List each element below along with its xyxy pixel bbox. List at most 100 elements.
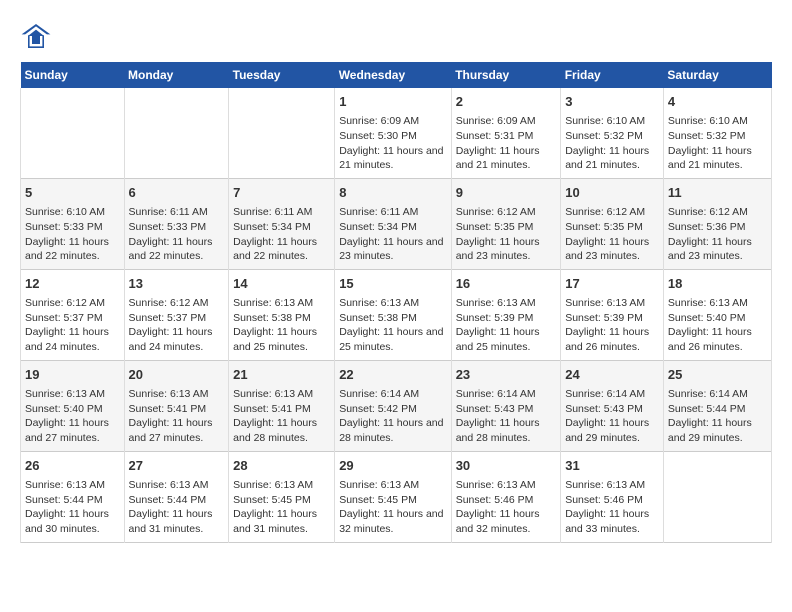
- cell-text: Sunrise: 6:13 AM Sunset: 5:45 PM Dayligh…: [233, 478, 330, 537]
- day-number: 23: [456, 366, 557, 384]
- cell-text: Sunrise: 6:10 AM Sunset: 5:32 PM Dayligh…: [668, 114, 767, 173]
- day-header-saturday: Saturday: [663, 62, 771, 88]
- cell-text: Sunrise: 6:13 AM Sunset: 5:38 PM Dayligh…: [233, 296, 330, 355]
- day-number: 27: [129, 457, 225, 475]
- calendar-cell: 18 Sunrise: 6:13 AM Sunset: 5:40 PM Dayli…: [663, 269, 771, 360]
- day-number: 21: [233, 366, 330, 384]
- cell-text: Sunrise: 6:13 AM Sunset: 5:45 PM Dayligh…: [339, 478, 447, 537]
- cell-text: Sunrise: 6:13 AM Sunset: 5:40 PM Dayligh…: [668, 296, 767, 355]
- day-number: 14: [233, 275, 330, 293]
- calendar-cell: 2 Sunrise: 6:09 AM Sunset: 5:31 PM Daylig…: [451, 88, 561, 178]
- cell-text: Sunrise: 6:13 AM Sunset: 5:46 PM Dayligh…: [456, 478, 557, 537]
- calendar-cell: 13Sunrise: 6:12 AM Sunset: 5:37 PM Dayli…: [124, 269, 229, 360]
- day-number: 28: [233, 457, 330, 475]
- calendar-cell: 31 Sunrise: 6:13 AM Sunset: 5:46 PM Dayli…: [561, 451, 664, 542]
- day-number: 24: [565, 366, 659, 384]
- calendar-cell: [663, 451, 771, 542]
- day-number: 22: [339, 366, 447, 384]
- day-number: 9: [456, 184, 557, 202]
- day-header-monday: Monday: [124, 62, 229, 88]
- cell-text: Sunrise: 6:11 AM Sunset: 5:34 PM Dayligh…: [339, 205, 447, 264]
- cell-text: Sunrise: 6:12 AM Sunset: 5:36 PM Dayligh…: [668, 205, 767, 264]
- calendar-cell: 26Sunrise: 6:13 AM Sunset: 5:44 PM Dayli…: [21, 451, 125, 542]
- day-number: 17: [565, 275, 659, 293]
- day-number: 20: [129, 366, 225, 384]
- day-number: 1: [339, 93, 447, 111]
- day-header-thursday: Thursday: [451, 62, 561, 88]
- calendar-cell: [124, 88, 229, 178]
- cell-text: Sunrise: 6:13 AM Sunset: 5:39 PM Dayligh…: [565, 296, 659, 355]
- day-number: 6: [129, 184, 225, 202]
- day-number: 16: [456, 275, 557, 293]
- cell-text: Sunrise: 6:11 AM Sunset: 5:33 PM Dayligh…: [129, 205, 225, 264]
- day-number: 10: [565, 184, 659, 202]
- cell-text: Sunrise: 6:10 AM Sunset: 5:33 PM Dayligh…: [25, 205, 120, 264]
- cell-text: Sunrise: 6:11 AM Sunset: 5:34 PM Dayligh…: [233, 205, 330, 264]
- cell-text: Sunrise: 6:10 AM Sunset: 5:32 PM Dayligh…: [565, 114, 659, 173]
- cell-text: Sunrise: 6:13 AM Sunset: 5:41 PM Dayligh…: [129, 387, 225, 446]
- calendar-cell: 1 Sunrise: 6:09 AM Sunset: 5:30 PM Daylig…: [335, 88, 452, 178]
- cell-text: Sunrise: 6:13 AM Sunset: 5:38 PM Dayligh…: [339, 296, 447, 355]
- cell-text: Sunrise: 6:12 AM Sunset: 5:35 PM Dayligh…: [456, 205, 557, 264]
- day-header-friday: Friday: [561, 62, 664, 88]
- cell-text: Sunrise: 6:13 AM Sunset: 5:44 PM Dayligh…: [129, 478, 225, 537]
- day-number: 12: [25, 275, 120, 293]
- day-number: 7: [233, 184, 330, 202]
- day-number: 29: [339, 457, 447, 475]
- calendar-cell: [229, 88, 335, 178]
- calendar-cell: 7 Sunrise: 6:11 AM Sunset: 5:34 PM Daylig…: [229, 178, 335, 269]
- cell-text: Sunrise: 6:09 AM Sunset: 5:31 PM Dayligh…: [456, 114, 557, 173]
- day-number: 5: [25, 184, 120, 202]
- calendar-cell: 30 Sunrise: 6:13 AM Sunset: 5:46 PM Dayli…: [451, 451, 561, 542]
- cell-text: Sunrise: 6:13 AM Sunset: 5:44 PM Dayligh…: [25, 478, 120, 537]
- calendar-week-3: 12 Sunrise: 6:12 AM Sunset: 5:37 PM Dayli…: [21, 269, 772, 360]
- day-number: 30: [456, 457, 557, 475]
- calendar-week-1: 1 Sunrise: 6:09 AM Sunset: 5:30 PM Daylig…: [21, 88, 772, 178]
- calendar-cell: 22Sunrise: 6:14 AM Sunset: 5:42 PM Dayli…: [335, 360, 452, 451]
- calendar-cell: 10Sunrise: 6:12 AM Sunset: 5:35 PM Dayli…: [561, 178, 664, 269]
- day-number: 4: [668, 93, 767, 111]
- cell-text: Sunrise: 6:13 AM Sunset: 5:46 PM Dayligh…: [565, 478, 659, 537]
- calendar-cell: 24 Sunrise: 6:14 AM Sunset: 5:43 PM Dayli…: [561, 360, 664, 451]
- logo-icon: [20, 20, 52, 52]
- day-header-tuesday: Tuesday: [229, 62, 335, 88]
- cell-text: Sunrise: 6:13 AM Sunset: 5:39 PM Dayligh…: [456, 296, 557, 355]
- day-number: 19: [25, 366, 120, 384]
- calendar-cell: 6 Sunrise: 6:11 AM Sunset: 5:33 PM Daylig…: [124, 178, 229, 269]
- calendar-table: SundayMondayTuesdayWednesdayThursdayFrid…: [20, 62, 772, 543]
- day-number: 8: [339, 184, 447, 202]
- day-number: 2: [456, 93, 557, 111]
- day-number: 3: [565, 93, 659, 111]
- calendar-cell: 23 Sunrise: 6:14 AM Sunset: 5:43 PM Dayli…: [451, 360, 561, 451]
- calendar-cell: 27 Sunrise: 6:13 AM Sunset: 5:44 PM Dayli…: [124, 451, 229, 542]
- calendar-header: SundayMondayTuesdayWednesdayThursdayFrid…: [21, 62, 772, 88]
- day-number: 18: [668, 275, 767, 293]
- calendar-cell: 17 Sunrise: 6:13 AM Sunset: 5:39 PM Dayli…: [561, 269, 664, 360]
- day-number: 11: [668, 184, 767, 202]
- calendar-week-4: 19Sunrise: 6:13 AM Sunset: 5:40 PM Dayli…: [21, 360, 772, 451]
- day-number: 15: [339, 275, 447, 293]
- day-number: 25: [668, 366, 767, 384]
- day-header-sunday: Sunday: [21, 62, 125, 88]
- calendar-cell: 29 Sunrise: 6:13 AM Sunset: 5:45 PM Dayli…: [335, 451, 452, 542]
- cell-text: Sunrise: 6:14 AM Sunset: 5:43 PM Dayligh…: [456, 387, 557, 446]
- calendar-cell: 19Sunrise: 6:13 AM Sunset: 5:40 PM Dayli…: [21, 360, 125, 451]
- calendar-cell: 8 Sunrise: 6:11 AM Sunset: 5:34 PM Daylig…: [335, 178, 452, 269]
- cell-text: Sunrise: 6:12 AM Sunset: 5:37 PM Dayligh…: [129, 296, 225, 355]
- page-header: [20, 20, 772, 52]
- calendar-cell: 16 Sunrise: 6:13 AM Sunset: 5:39 PM Dayli…: [451, 269, 561, 360]
- calendar-cell: 21 Sunrise: 6:13 AM Sunset: 5:41 PM Dayli…: [229, 360, 335, 451]
- cell-text: Sunrise: 6:12 AM Sunset: 5:37 PM Dayligh…: [25, 296, 120, 355]
- calendar-week-2: 5 Sunrise: 6:10 AM Sunset: 5:33 PM Daylig…: [21, 178, 772, 269]
- cell-text: Sunrise: 6:14 AM Sunset: 5:43 PM Dayligh…: [565, 387, 659, 446]
- calendar-cell: 9 Sunrise: 6:12 AM Sunset: 5:35 PM Daylig…: [451, 178, 561, 269]
- day-header-wednesday: Wednesday: [335, 62, 452, 88]
- calendar-cell: 15 Sunrise: 6:13 AM Sunset: 5:38 PM Dayli…: [335, 269, 452, 360]
- day-number: 31: [565, 457, 659, 475]
- logo: [20, 20, 56, 52]
- cell-text: Sunrise: 6:13 AM Sunset: 5:41 PM Dayligh…: [233, 387, 330, 446]
- calendar-cell: 14 Sunrise: 6:13 AM Sunset: 5:38 PM Dayli…: [229, 269, 335, 360]
- calendar-cell: [21, 88, 125, 178]
- cell-text: Sunrise: 6:09 AM Sunset: 5:30 PM Dayligh…: [339, 114, 447, 173]
- calendar-cell: 25Sunrise: 6:14 AM Sunset: 5:44 PM Dayli…: [663, 360, 771, 451]
